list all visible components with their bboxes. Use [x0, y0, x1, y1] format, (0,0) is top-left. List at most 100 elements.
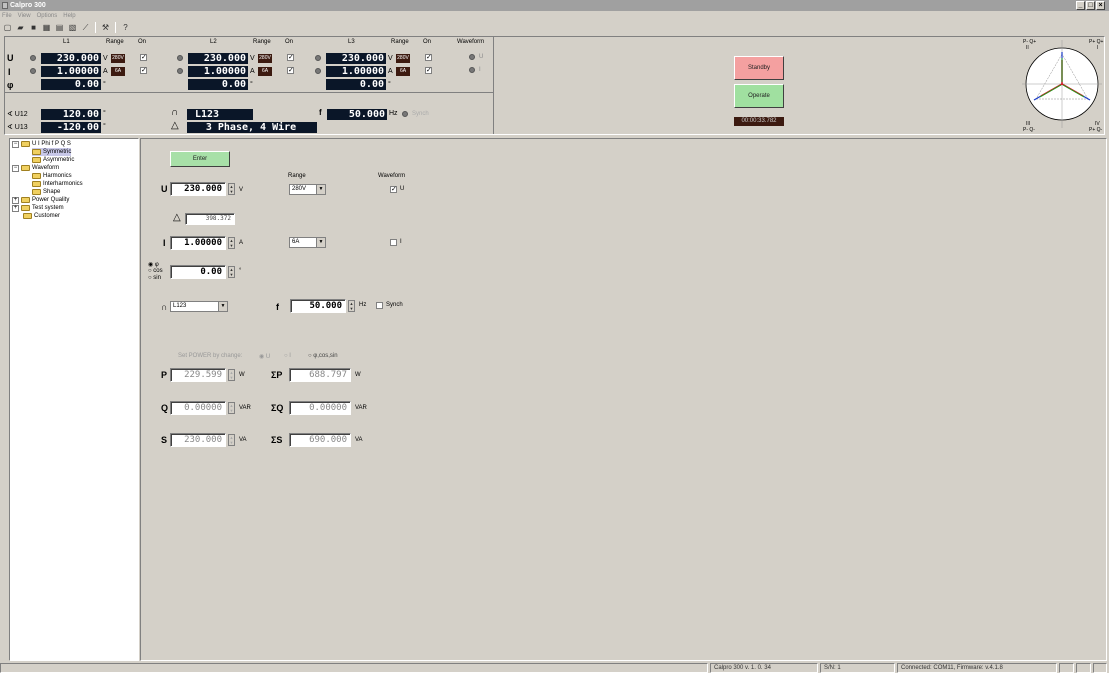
- sin-radio[interactable]: ○ sin: [148, 275, 161, 281]
- u-label: U: [161, 184, 168, 194]
- wrench-icon[interactable]: ⚒: [100, 22, 111, 33]
- minimize-button[interactable]: _: [1076, 1, 1085, 10]
- folder-icon: [21, 141, 30, 147]
- phi-spinner[interactable]: ▲ ▼: [228, 266, 235, 278]
- menu-options[interactable]: Options: [37, 11, 58, 21]
- tree-item-asymmetric[interactable]: Asymmetric: [32, 156, 74, 164]
- menu-bar: File View Options Help: [0, 11, 1109, 21]
- row-label-phi: φ: [7, 80, 14, 90]
- frequency-spinner[interactable]: ▲ ▼: [348, 300, 355, 312]
- tree-item-interharmonics[interactable]: Interharmonics: [32, 180, 83, 188]
- phi-input[interactable]: 0.00: [170, 265, 226, 279]
- u-on-checkbox[interactable]: ✓: [287, 54, 294, 61]
- collapse-icon[interactable]: −: [12, 164, 19, 172]
- q-spinner[interactable]: ▲ ▼: [228, 402, 235, 414]
- i-value-display: 1.00000: [41, 66, 101, 77]
- chevron-down-icon[interactable]: ▼: [218, 302, 227, 311]
- tree-item-harmonics[interactable]: Harmonics: [32, 172, 72, 180]
- q-unit: VAR: [239, 405, 251, 411]
- enter-button[interactable]: Enter: [170, 151, 230, 167]
- f-label: f: [276, 302, 279, 312]
- synch-checkbox[interactable]: [376, 302, 383, 309]
- u-range-badge: 280V: [111, 54, 125, 63]
- s-spinner[interactable]: ▲ ▼: [228, 434, 235, 446]
- i-value-display: 1.00000: [326, 66, 386, 77]
- help-icon[interactable]: ?: [120, 22, 131, 33]
- i-on-checkbox[interactable]: ✓: [425, 67, 432, 74]
- u-range-select[interactable]: 280V ▼: [289, 184, 326, 195]
- phi-radio[interactable]: ◉ φ: [148, 261, 159, 268]
- u-on-checkbox[interactable]: ✓: [140, 54, 147, 61]
- sum-q-label: ΣQ: [271, 403, 284, 413]
- q-input[interactable]: 0.00000: [170, 401, 226, 415]
- u-on-checkbox[interactable]: ✓: [425, 54, 432, 61]
- power-u-radio[interactable]: ◉ U: [259, 353, 270, 360]
- print-icon[interactable]: ▤: [54, 22, 65, 33]
- power-phi-radio[interactable]: ○ φ,cos,sin: [308, 353, 338, 359]
- frequency-input[interactable]: 50.000: [290, 299, 346, 313]
- i-status-led: [315, 68, 321, 74]
- expand-icon[interactable]: +: [12, 204, 19, 212]
- power-i-radio[interactable]: ○ I: [284, 353, 291, 359]
- i-status-led: [30, 68, 36, 74]
- waveform-label: Waveform: [457, 39, 485, 45]
- u-status-led: [30, 55, 36, 61]
- sequence-select[interactable]: L123 ▼: [170, 301, 228, 312]
- i-unit: A: [239, 240, 244, 246]
- u-range-badge: 280V: [396, 54, 410, 63]
- standby-button[interactable]: Standby: [734, 56, 784, 80]
- tool-icon[interactable]: ⟋: [80, 22, 91, 33]
- i-on-checkbox[interactable]: ✓: [140, 67, 147, 74]
- toolbar-separator: [115, 22, 116, 33]
- open-folder-icon[interactable]: ▰: [15, 22, 26, 33]
- s-unit: VA: [239, 437, 247, 443]
- p-spinner[interactable]: ▲ ▼: [228, 369, 235, 381]
- tree-item-customer[interactable]: Customer: [23, 212, 60, 220]
- cos-radio[interactable]: ○ cos: [148, 268, 163, 274]
- connection-mode-display: 3 Phase, 4 Wire: [187, 122, 317, 133]
- i-range-badge: 6A: [258, 67, 272, 76]
- expand-icon[interactable]: +: [12, 196, 19, 204]
- waveform-u-checkbox[interactable]: ✓: [390, 186, 397, 193]
- u-spinner[interactable]: ▲ ▼: [228, 183, 235, 195]
- sum-p-label: ΣP: [271, 370, 283, 380]
- tree-item-uiphifpqs[interactable]: − U I Phi f P Q S: [12, 140, 71, 148]
- i-range-select[interactable]: 6A ▼: [289, 237, 326, 248]
- p-input[interactable]: 229.599: [170, 368, 226, 382]
- i-range-badge: 6A: [111, 67, 125, 76]
- menu-view[interactable]: View: [18, 11, 31, 21]
- range-label: Range: [391, 39, 409, 45]
- grid-icon[interactable]: ▦: [41, 22, 52, 33]
- s-input[interactable]: 230.000: [170, 433, 226, 447]
- phase-name: L2: [210, 39, 217, 45]
- preview-icon[interactable]: ▧: [67, 22, 78, 33]
- u-input[interactable]: 230.000: [170, 182, 226, 196]
- new-icon[interactable]: ▢: [2, 22, 13, 33]
- maximize-button[interactable]: □: [1086, 1, 1095, 10]
- i-spinner[interactable]: ▲ ▼: [228, 237, 235, 249]
- i-range-value: 6A: [292, 239, 300, 245]
- i-input[interactable]: 1.00000: [170, 236, 226, 250]
- quadrant-2-roman: II: [1026, 45, 1029, 51]
- u-value-display: 230.000: [41, 53, 101, 64]
- save-icon[interactable]: ■: [28, 22, 39, 33]
- divider: [5, 92, 493, 93]
- tree-item-symmetric[interactable]: Symmetric: [32, 148, 72, 156]
- phi-unit: °: [103, 81, 106, 88]
- menu-help[interactable]: Help: [63, 11, 75, 21]
- tree-item-test-system[interactable]: + Test system: [12, 204, 64, 212]
- row-label-i: I: [8, 67, 11, 77]
- tree-item-power-quality[interactable]: + Power Quality: [12, 196, 69, 204]
- chevron-down-icon[interactable]: ▼: [316, 185, 325, 194]
- operate-button[interactable]: Operate: [734, 84, 784, 108]
- chevron-down-icon[interactable]: ▼: [316, 238, 325, 247]
- tree-item-shape[interactable]: Shape: [32, 188, 60, 196]
- synch-label: Synch: [386, 302, 403, 308]
- i-on-checkbox[interactable]: ✓: [287, 67, 294, 74]
- connection-status-text: Connected: COM11, Firmware: v.4.1.8: [897, 663, 1057, 673]
- close-button[interactable]: ×: [1096, 1, 1105, 10]
- collapse-icon[interactable]: −: [12, 140, 19, 148]
- waveform-i-checkbox[interactable]: [390, 239, 397, 246]
- tree-item-waveform[interactable]: − Waveform: [12, 164, 59, 172]
- menu-file[interactable]: File: [2, 11, 12, 21]
